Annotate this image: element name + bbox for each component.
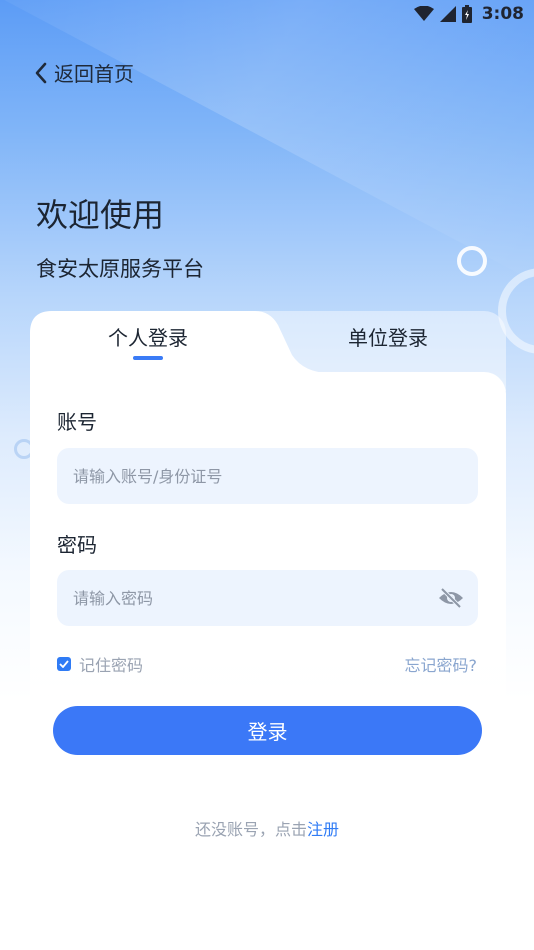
forgot-password-link[interactable]: 忘记密码? (405, 652, 478, 676)
eye-off-icon[interactable] (438, 587, 464, 609)
chevron-left-icon (35, 62, 47, 83)
signal-icon (439, 6, 456, 22)
welcome-title: 欢迎使用 (36, 196, 165, 234)
register-prompt: 还没账号，点击注册 (0, 816, 534, 840)
tab-unit-login[interactable]: 单位登录 (298, 322, 478, 362)
password-field-container (57, 570, 478, 626)
welcome-subtitle: 食安太原服务平台 (36, 257, 204, 281)
account-input[interactable] (71, 465, 464, 487)
battery-icon (461, 5, 472, 23)
account-label: 账号 (57, 410, 97, 434)
back-label: 返回首页 (54, 62, 134, 86)
remember-password-toggle[interactable]: 记住密码 (57, 652, 143, 676)
status-time: 3:08 (481, 4, 524, 24)
password-label: 密码 (57, 533, 97, 557)
register-link[interactable]: 注册 (307, 820, 339, 839)
status-bar: 3:08 (0, 0, 534, 28)
active-tab-indicator (133, 356, 163, 360)
background-streak (0, 0, 534, 294)
login-card (30, 372, 506, 700)
login-button[interactable]: 登录 (53, 706, 482, 755)
remember-checkbox[interactable] (57, 657, 71, 671)
wifi-icon (413, 6, 434, 21)
password-input[interactable] (71, 587, 438, 609)
remember-label: 记住密码 (79, 656, 144, 675)
back-button[interactable]: 返回首页 (34, 58, 134, 87)
check-icon (59, 660, 69, 668)
register-prompt-text: 还没账号，点击 (194, 820, 307, 839)
account-field-container (57, 448, 478, 504)
decor-ring (457, 246, 487, 276)
